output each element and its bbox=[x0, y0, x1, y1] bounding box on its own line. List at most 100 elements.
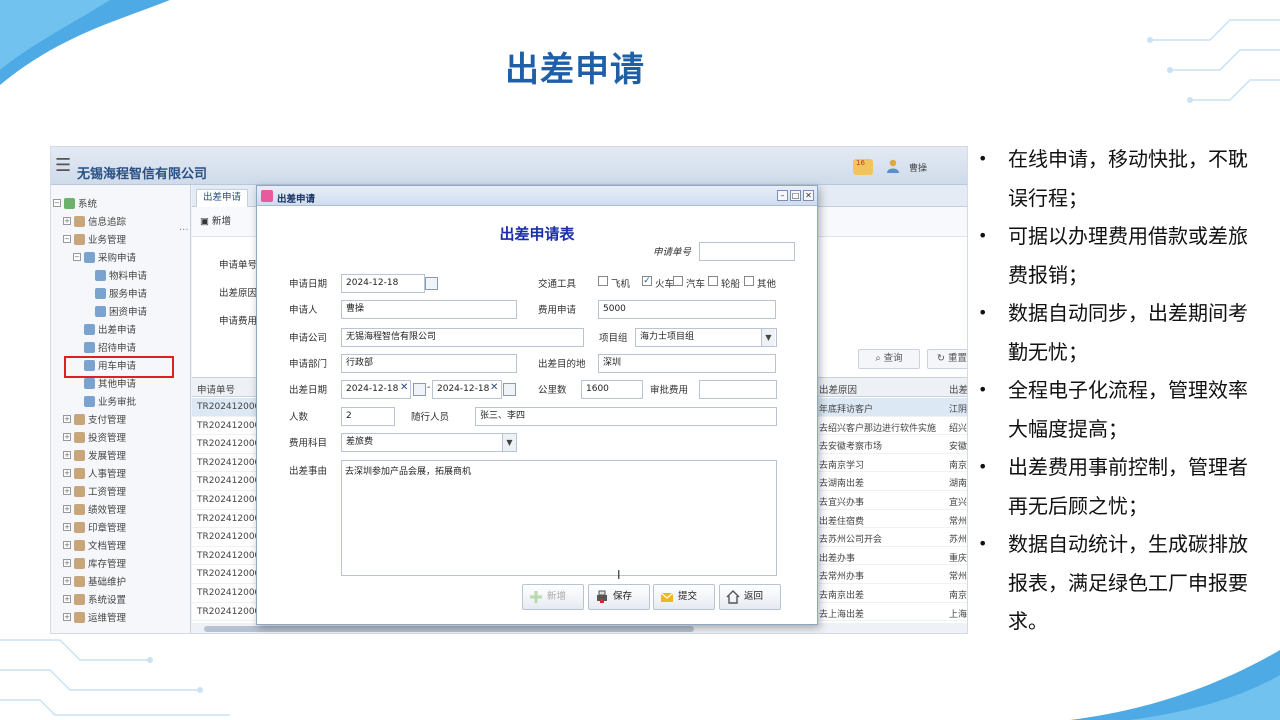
applicant-field[interactable]: 曹操 bbox=[341, 300, 517, 319]
sidebar-item[interactable]: − 采购申请 bbox=[73, 249, 136, 265]
scroll-thumb[interactable] bbox=[204, 626, 694, 632]
expand-toggle-icon[interactable]: + bbox=[63, 577, 71, 585]
expand-toggle-icon[interactable]: − bbox=[53, 199, 61, 207]
destination-field[interactable]: 深圳 bbox=[598, 354, 776, 373]
sidebar-item[interactable]: + 投资管理 bbox=[63, 429, 126, 445]
sidebar-item[interactable]: 困资申请 bbox=[95, 303, 147, 319]
sidebar-item[interactable]: + 信息追踪 bbox=[63, 213, 126, 229]
cost-apply-field[interactable]: 5000 bbox=[598, 300, 776, 319]
sidebar-item[interactable]: + 人事管理 bbox=[63, 465, 126, 481]
sidebar-item[interactable]: + 库存管理 bbox=[63, 555, 126, 571]
label-cost-subject: 费用科目 bbox=[289, 438, 328, 449]
clear-icon[interactable]: ✕ bbox=[490, 382, 498, 393]
sidebar-item[interactable]: +业务审批 bbox=[73, 393, 136, 409]
approved-cost-field[interactable] bbox=[699, 380, 777, 399]
project-select[interactable]: 海力士项目组 bbox=[635, 328, 777, 347]
add-button[interactable]: 新增 bbox=[522, 584, 584, 610]
chevron-down-icon[interactable]: ▼ bbox=[502, 434, 516, 451]
label-apply-date: 申请日期 bbox=[289, 279, 328, 290]
sidebar-item[interactable]: + 基础维护 bbox=[63, 573, 126, 589]
submit-button[interactable]: 提交 bbox=[653, 584, 715, 610]
department-field[interactable]: 行政部 bbox=[341, 354, 517, 373]
bullet-item: • 数据自动统计，生成碳排放报表，满足绿色工厂申报要求。 bbox=[976, 525, 1266, 641]
transport-checkbox[interactable] bbox=[598, 276, 608, 286]
expand-toggle-icon[interactable]: + bbox=[63, 217, 71, 225]
expand-toggle-icon[interactable]: + bbox=[63, 559, 71, 567]
expand-toggle-icon[interactable]: + bbox=[63, 595, 71, 603]
expand-toggle-icon[interactable]: + bbox=[63, 451, 71, 459]
transport-checkbox[interactable] bbox=[708, 276, 718, 286]
sidebar-item[interactable]: 物料申请 bbox=[95, 267, 147, 283]
expand-toggle-icon[interactable]: − bbox=[73, 253, 81, 261]
chevron-down-icon[interactable]: ▼ bbox=[761, 329, 775, 346]
company-field[interactable]: 无锡海程智信有限公司 bbox=[341, 328, 584, 347]
expand-toggle-icon[interactable]: + bbox=[63, 523, 71, 531]
grid-header-order[interactable]: 申请单号 bbox=[197, 382, 235, 396]
people-count-field[interactable]: 2 bbox=[341, 407, 395, 426]
expand-toggle-icon[interactable]: + bbox=[63, 469, 71, 477]
sidebar-item[interactable]: + 发展管理 bbox=[63, 447, 126, 463]
calendar-icon[interactable] bbox=[425, 277, 438, 290]
home-icon bbox=[726, 590, 740, 604]
transport-checkbox[interactable] bbox=[673, 276, 683, 286]
save-button-label: 保存 bbox=[613, 591, 633, 602]
order-no-field[interactable] bbox=[699, 242, 795, 261]
sidebar-item-label: 出差申请 bbox=[98, 325, 137, 336]
sidebar-item[interactable]: + 印章管理 bbox=[63, 519, 126, 535]
back-button[interactable]: 返回 bbox=[719, 584, 781, 610]
sidebar-item[interactable]: − 系统 bbox=[53, 195, 97, 211]
clear-icon[interactable]: ✕ bbox=[400, 382, 408, 393]
close-icon[interactable]: ✕ bbox=[803, 190, 814, 201]
sidebar-item[interactable]: + 文档管理 bbox=[63, 537, 126, 553]
sidebar-item[interactable]: + 系统设置 bbox=[63, 591, 126, 607]
dialog-titlebar[interactable]: 出差申请 – □ ✕ bbox=[257, 186, 817, 206]
sidebar-item[interactable]: 服务申请 bbox=[95, 285, 147, 301]
expand-toggle-icon[interactable]: + bbox=[63, 415, 71, 423]
save-button[interactable]: 保存 bbox=[588, 584, 650, 610]
minimize-icon[interactable]: – bbox=[777, 190, 788, 201]
bullet-text: 在线申请，移动快批，不耽误行程； bbox=[1008, 147, 1248, 210]
apply-date-field[interactable]: 2024-12-18 bbox=[341, 274, 425, 293]
label-department: 申请部门 bbox=[289, 359, 328, 370]
transport-checkbox[interactable] bbox=[744, 276, 754, 286]
sidebar-item[interactable]: +用车申请 bbox=[73, 357, 136, 373]
tab-trip-application[interactable]: 出差申请 bbox=[196, 189, 249, 207]
expand-toggle-icon[interactable]: + bbox=[63, 487, 71, 495]
expand-toggle-icon[interactable]: + bbox=[63, 505, 71, 513]
bullet-text: 可据以办理费用借款或差旅费报销； bbox=[1008, 224, 1248, 287]
table-cell-reason: 年底拜访客户 bbox=[819, 405, 874, 415]
cost-subject-select[interactable]: 差旅费 bbox=[341, 433, 517, 452]
maximize-icon[interactable]: □ bbox=[790, 190, 801, 201]
distance-field[interactable]: 1600 bbox=[581, 380, 643, 399]
query-button[interactable]: ⌕ 查询 bbox=[858, 349, 920, 369]
bullet-text: 出差费用事前控制，管理者再无后顾之忧； bbox=[1008, 455, 1248, 518]
sidebar-item[interactable]: − 业务管理 bbox=[63, 231, 126, 247]
dialog-title: 出差申请 bbox=[277, 194, 316, 205]
menu-icon[interactable]: ☰ bbox=[55, 155, 71, 176]
expand-toggle-icon[interactable]: + bbox=[63, 613, 71, 621]
table-cell-dest: 常州 bbox=[949, 572, 968, 583]
sidebar-item[interactable]: + 运维管理 bbox=[63, 609, 126, 625]
reset-button[interactable]: ↻ 重置 bbox=[927, 349, 967, 369]
expand-toggle-icon[interactable]: + bbox=[63, 433, 71, 441]
transport-checkbox[interactable]: ✓ bbox=[642, 276, 652, 286]
companions-field[interactable]: 张三、李四 bbox=[475, 407, 777, 426]
reason-textarea[interactable]: 去深圳参加产品会展，拓展商机 bbox=[341, 460, 777, 576]
sidebar-more-icon[interactable]: ··· bbox=[179, 225, 189, 236]
label-cost-apply: 费用申请 bbox=[538, 305, 577, 316]
grid-header-reason[interactable]: 出差原因 bbox=[819, 382, 857, 396]
calendar-icon[interactable] bbox=[413, 383, 426, 396]
add-button-label: 新增 bbox=[547, 591, 567, 602]
calendar-icon[interactable] bbox=[503, 383, 516, 396]
sidebar-item[interactable]: +出差申请 bbox=[73, 321, 136, 337]
sidebar-item[interactable]: + 工资管理 bbox=[63, 483, 126, 499]
expand-toggle-icon[interactable]: + bbox=[63, 541, 71, 549]
sidebar-item[interactable]: +招待申请 bbox=[73, 339, 136, 355]
toolbar-add-button[interactable]: ▣ 新增 bbox=[200, 213, 231, 227]
sidebar-item[interactable]: +其他申请 bbox=[73, 375, 136, 391]
transport-option-label: 汽车 bbox=[686, 279, 706, 290]
user-name[interactable]: 曹操 bbox=[909, 161, 927, 174]
sidebar-item[interactable]: + 绩效管理 bbox=[63, 501, 126, 517]
expand-toggle-icon[interactable]: − bbox=[63, 235, 71, 243]
sidebar-item[interactable]: + 支付管理 bbox=[63, 411, 126, 427]
